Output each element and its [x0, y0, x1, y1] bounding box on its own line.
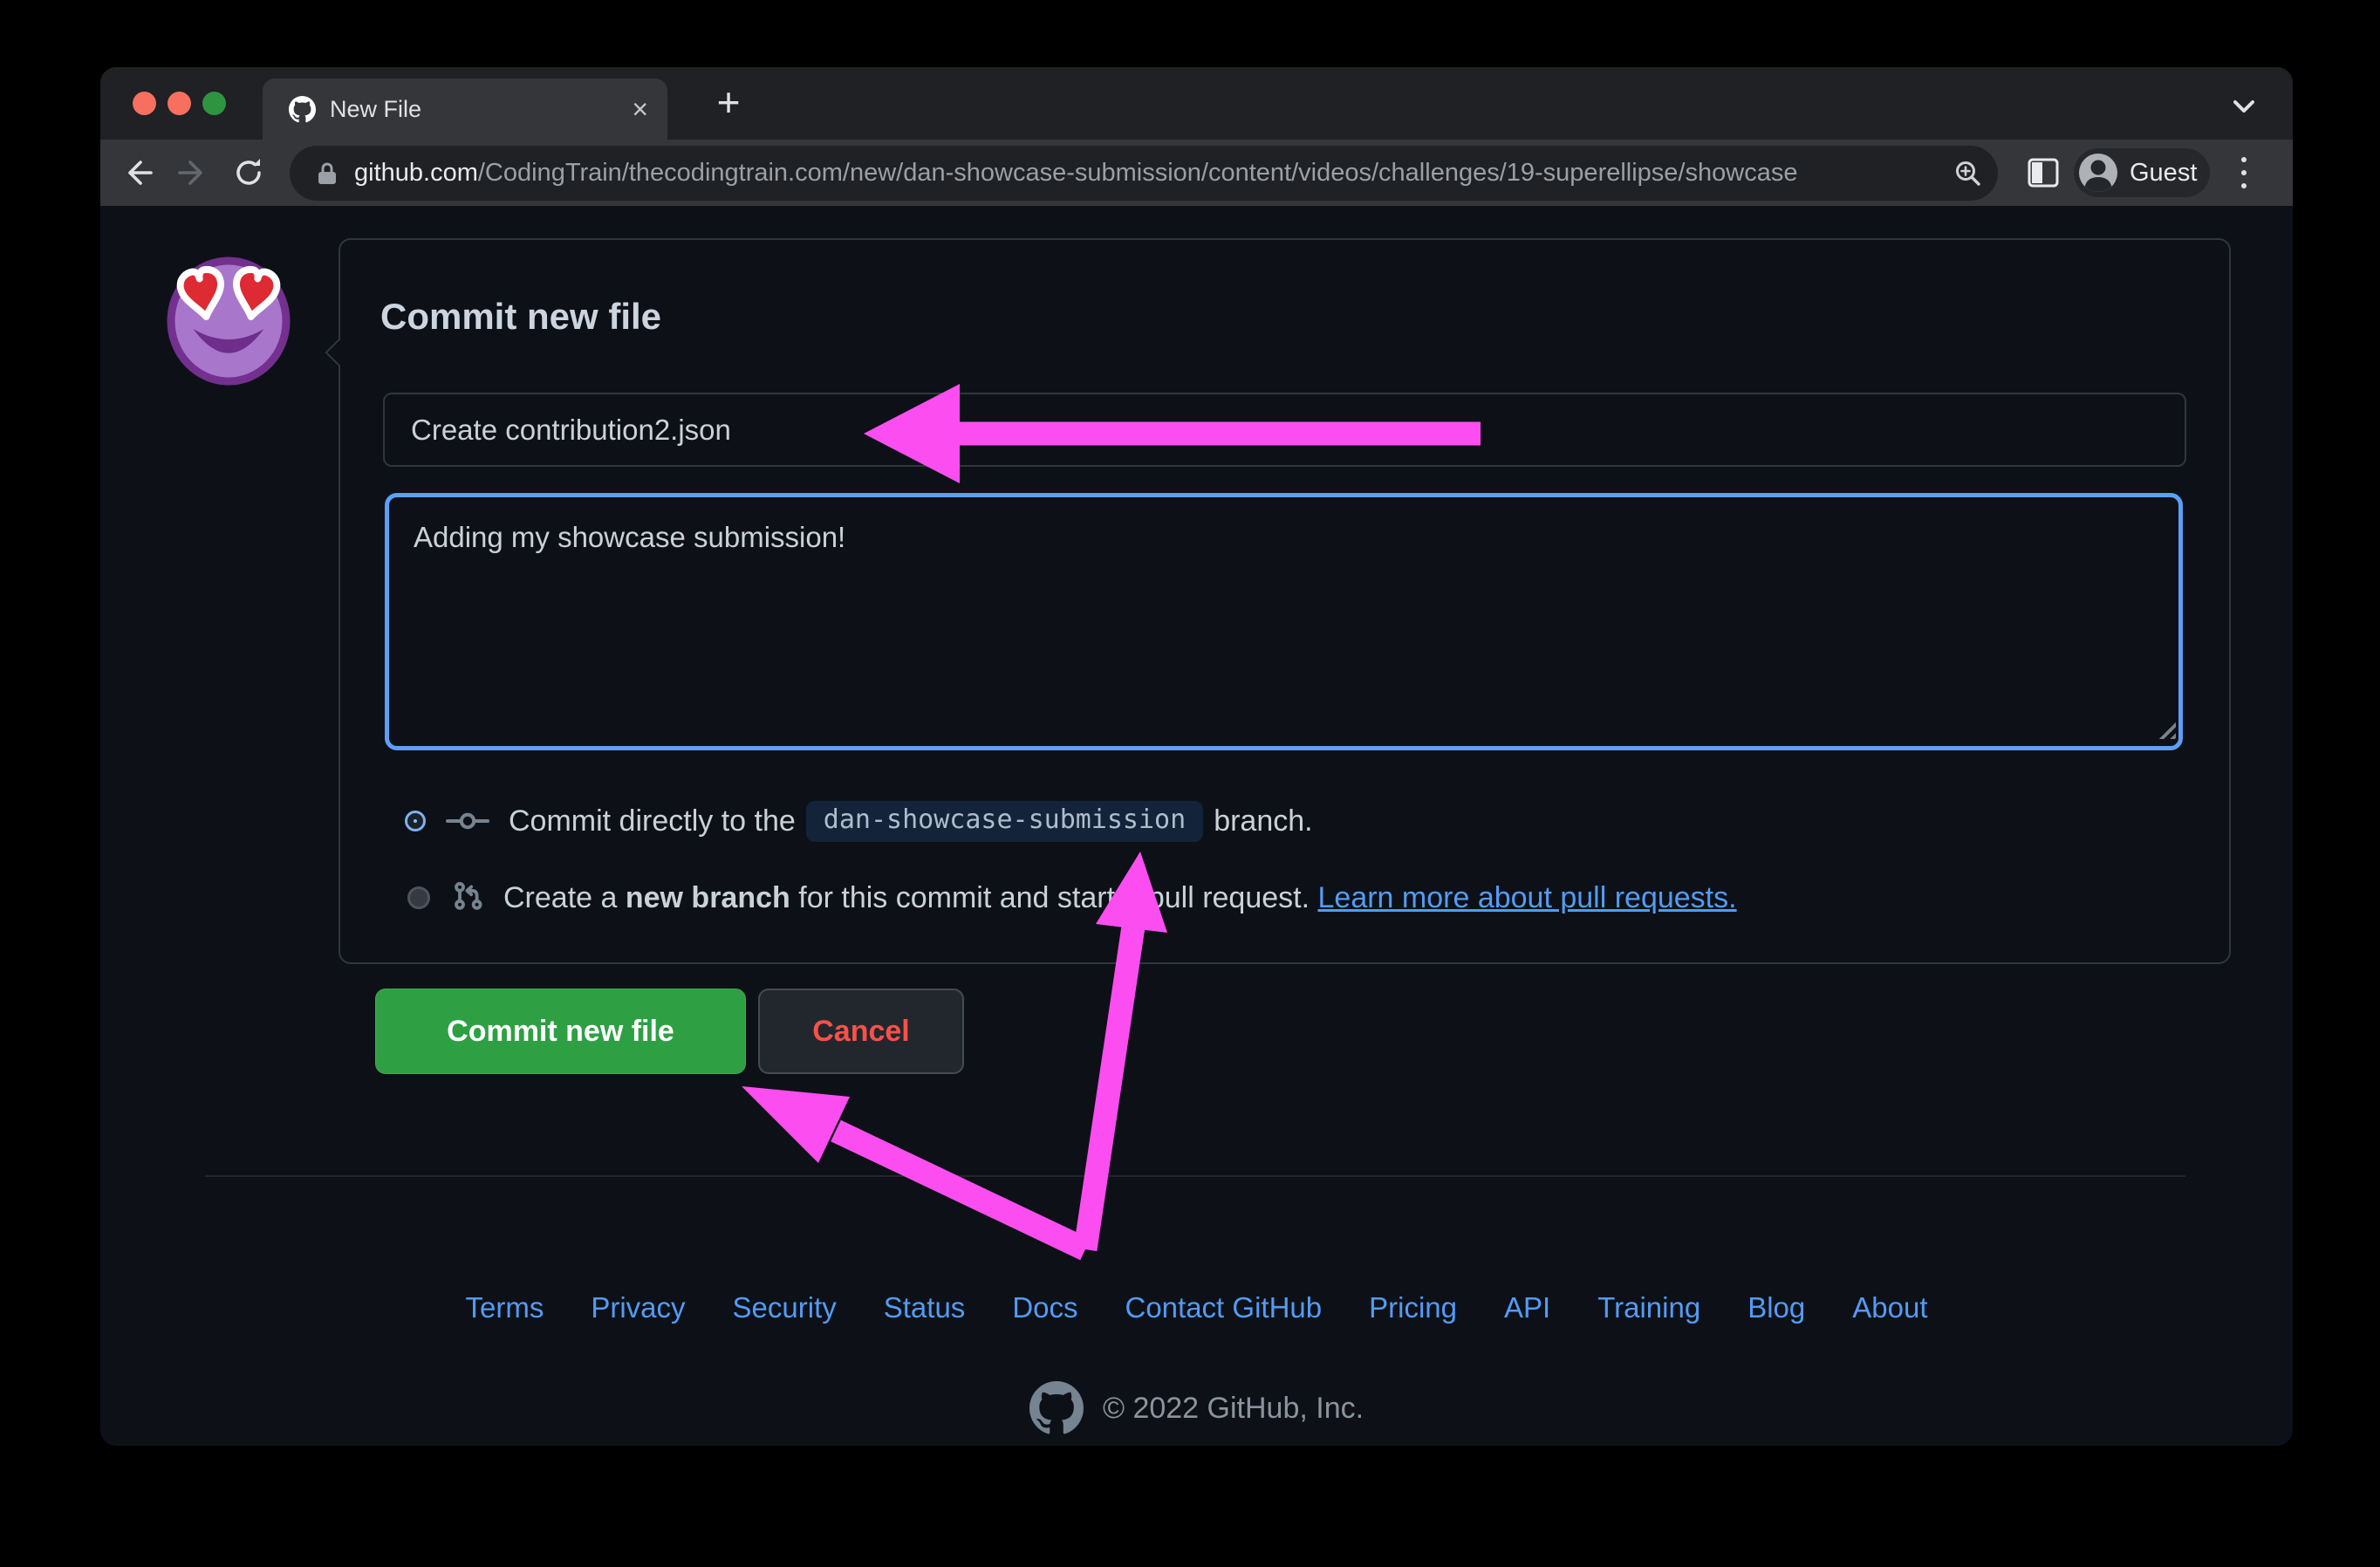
radio-branch-label-pre: Create a — [503, 880, 626, 914]
cancel-button[interactable]: Cancel — [758, 989, 964, 1074]
url-domain: github.com — [354, 159, 478, 187]
footer-link-blog[interactable]: Blog — [1747, 1291, 1805, 1324]
radio-new-branch[interactable] — [407, 886, 430, 909]
git-commit-icon — [446, 808, 489, 834]
lock-icon — [318, 162, 336, 184]
guest-avatar — [2079, 154, 2117, 192]
address-bar[interactable]: github.com/CodingTrain/thecodingtrain.co… — [290, 146, 1998, 201]
user-avatar-heart-eyes-emoji[interactable] — [163, 256, 294, 387]
form-caret — [325, 339, 352, 366]
commit-form: Commit new file Adding my showcase submi… — [325, 238, 2231, 964]
zoom-level-icon[interactable] — [1953, 158, 1984, 189]
minimize-window-traffic-light[interactable] — [168, 92, 191, 115]
github-logo-icon — [1029, 1381, 1084, 1434]
copyright-text: © 2022 GitHub, Inc. — [1102, 1391, 1364, 1425]
footer-link-docs[interactable]: Docs — [1012, 1291, 1077, 1324]
tab-close-icon[interactable]: × — [632, 79, 648, 140]
footer-links: Terms Privacy Security Status Docs Conta… — [100, 1291, 2293, 1324]
radio-row-new-branch: Create a new branch for this commit and … — [407, 877, 1737, 919]
footer-link-terms[interactable]: Terms — [466, 1291, 544, 1324]
tab-search-chevron-icon[interactable] — [2229, 98, 2259, 117]
tab-strip: New File × + — [100, 67, 2293, 140]
radio-branch-label-post: for this commit and start a pull request… — [790, 880, 1318, 914]
browser-toolbar: github.com/CodingTrain/thecodingtrain.co… — [100, 140, 2293, 206]
browser-tab[interactable]: New File × — [263, 79, 667, 140]
footer-link-privacy[interactable]: Privacy — [591, 1291, 685, 1324]
git-pull-request-icon — [453, 881, 484, 914]
browser-menu-icon[interactable] — [2236, 157, 2252, 188]
radio-commit-direct[interactable] — [407, 813, 423, 829]
branch-name-chip: dan-showcase-submission — [805, 800, 1204, 842]
maximize-window-traffic-light[interactable] — [202, 92, 226, 115]
footer-copyright: © 2022 GitHub, Inc. — [100, 1381, 2293, 1435]
footer-link-status[interactable]: Status — [884, 1291, 966, 1324]
close-window-traffic-light[interactable] — [133, 92, 156, 115]
reload-icon — [236, 159, 261, 185]
reload-button[interactable] — [222, 141, 275, 204]
commit-message-input[interactable] — [383, 393, 2186, 467]
footer-link-about[interactable]: About — [1852, 1291, 1927, 1324]
url-text: github.com/CodingTrain/thecodingtrain.co… — [354, 159, 1797, 188]
tab-title: New File — [330, 95, 422, 122]
profile-chip[interactable]: Guest — [2074, 148, 2210, 197]
new-tab-button[interactable]: + — [701, 74, 756, 130]
footer-link-pricing[interactable]: Pricing — [1369, 1291, 1457, 1324]
url-path: /CodingTrain/thecodingtrain.com/new/dan-… — [477, 159, 1798, 187]
back-arrow-icon — [128, 161, 153, 185]
radio-branch-label-bold: new branch — [625, 880, 790, 914]
github-favicon-icon — [289, 95, 316, 122]
radio-row-commit-direct: Commit directly to the dan-showcase-subm… — [407, 800, 1313, 842]
page-title: Commit new file — [380, 296, 662, 337]
commit-new-file-button[interactable]: Commit new file — [375, 989, 746, 1074]
forward-arrow-icon — [178, 161, 202, 185]
back-button[interactable] — [111, 141, 163, 204]
profile-label: Guest — [2130, 158, 2198, 187]
screenshot-stage: New File × + github.com/CodingTrain/thec… — [0, 0, 2380, 1567]
radio-direct-label-post: branch. — [1214, 804, 1313, 838]
person-icon — [2084, 160, 2112, 192]
footer-link-api[interactable]: API — [1504, 1291, 1550, 1324]
browser-window: New File × + github.com/CodingTrain/thec… — [100, 67, 2293, 1446]
forward-button[interactable] — [168, 141, 220, 204]
footer-divider — [205, 1175, 2185, 1177]
learn-more-link[interactable]: Learn more about pull requests. — [1318, 881, 1737, 915]
extended-description-textarea[interactable]: Adding my showcase submission! — [385, 493, 2183, 750]
footer-link-contact[interactable]: Contact GitHub — [1125, 1291, 1323, 1324]
footer-link-security[interactable]: Security — [733, 1291, 837, 1324]
footer-link-training[interactable]: Training — [1597, 1291, 1700, 1324]
side-panel-icon[interactable] — [2027, 157, 2060, 188]
radio-direct-label-pre: Commit directly to the — [509, 804, 796, 838]
